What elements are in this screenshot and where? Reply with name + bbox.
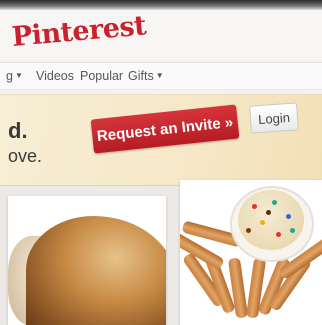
login-button[interactable]: Login [249, 102, 299, 134]
chevron-down-icon: ▼ [155, 71, 164, 80]
nav-item-gifts[interactable]: Gifts ▼ [128, 69, 164, 83]
sprinkle [260, 220, 265, 225]
cookie-dough-dip-photo [238, 190, 304, 250]
sprinkle [246, 228, 251, 233]
nav-item-popular[interactable]: Popular [80, 69, 123, 83]
sprinkle [286, 214, 291, 219]
nav-item-videos[interactable]: Videos [36, 69, 74, 83]
nav-item-label: Gifts [128, 69, 154, 83]
bread-photo [26, 216, 166, 325]
chevron-down-icon: ▼ [14, 71, 23, 80]
site-header: Pinterest [0, 10, 322, 60]
browser-screen: Pinterest g ▼ Videos Popular Gifts ▼ d. ov… [0, 0, 322, 325]
sprinkle [290, 228, 295, 233]
nav-item-label: g [6, 69, 13, 83]
banner-subtext: ove. [8, 146, 43, 166]
sprinkle [272, 200, 277, 205]
nav-item-label: Videos [36, 69, 74, 83]
banner-headline: d. [8, 118, 28, 143]
monitor-bezel-shadow [0, 0, 322, 10]
pinterest-logo[interactable]: Pinterest [11, 10, 148, 53]
pin-card[interactable] [180, 180, 322, 325]
pin-card[interactable] [8, 196, 166, 325]
sprinkle [276, 232, 281, 237]
nav-item-label: Popular [80, 69, 124, 83]
nav-item-everything[interactable]: g ▼ [6, 69, 23, 83]
sprinkle [252, 204, 257, 209]
sprinkle [266, 210, 271, 215]
